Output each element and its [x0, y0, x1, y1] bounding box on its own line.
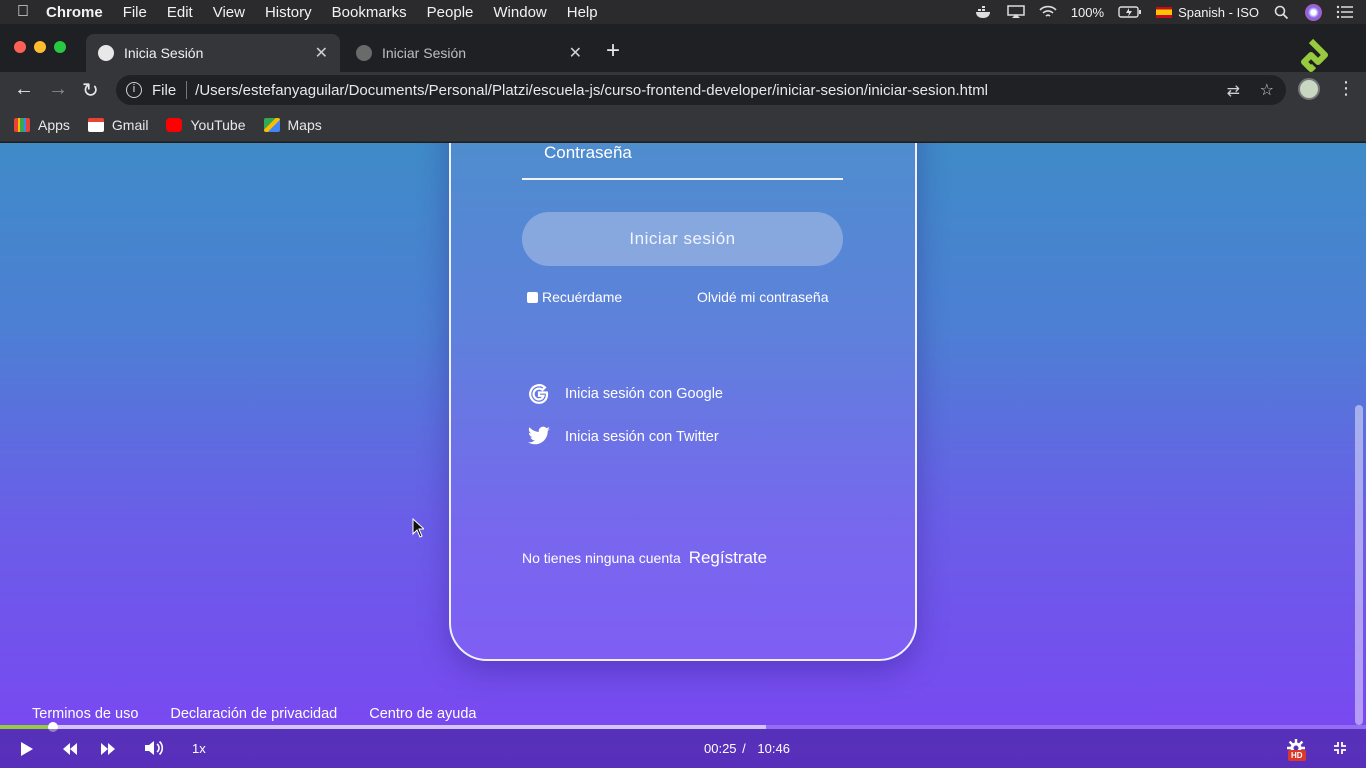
remember-me[interactable]: Recuérdame: [527, 289, 622, 305]
youtube-icon: [166, 117, 183, 132]
scheme-label: File: [152, 81, 177, 99]
menu-window[interactable]: Window: [493, 4, 546, 21]
airplay-icon[interactable]: [1007, 5, 1025, 19]
menu-file[interactable]: File: [123, 4, 147, 21]
bookmark-maps[interactable]: Maps: [263, 116, 322, 133]
notification-center-icon[interactable]: [1336, 5, 1354, 19]
mouse-cursor-icon: [412, 518, 424, 538]
bookmark-label: Maps: [287, 116, 322, 133]
rewind-icon[interactable]: [62, 742, 78, 756]
close-tab-icon[interactable]: ✕: [315, 43, 328, 63]
translate-icon[interactable]: ⇄: [1227, 81, 1240, 101]
help-center-link[interactable]: Centro de ayuda: [369, 706, 476, 722]
bookmark-gmail[interactable]: Gmail: [87, 116, 149, 133]
apple-icon[interactable]: : [0, 3, 46, 21]
signup-prompt-text: No tienes ninguna cuenta: [522, 550, 681, 566]
google-login-label: Inicia sesión con Google: [565, 385, 723, 402]
fast-forward-icon[interactable]: [100, 742, 116, 756]
signup-link[interactable]: Regístrate: [689, 548, 767, 567]
time-separator: /: [742, 741, 746, 756]
privacy-link[interactable]: Declaración de privacidad: [170, 706, 337, 722]
google-login-button[interactable]: Inicia sesión con Google: [526, 381, 723, 406]
page-viewport: Contraseña Iniciar sesión Recuérdame Olv…: [0, 143, 1366, 768]
bookmarks-bar: Apps Gmail YouTube Maps: [0, 108, 1366, 142]
maps-icon: [263, 117, 280, 132]
apps-grid-icon: [14, 117, 30, 132]
terms-link[interactable]: Terminos de uso: [32, 706, 138, 722]
input-source-label: Spanish - ISO: [1178, 4, 1259, 20]
gmail-icon: [87, 117, 104, 132]
exit-fullscreen-icon[interactable]: [1333, 741, 1347, 755]
more-menu-icon[interactable]: ⋮: [1337, 78, 1355, 99]
time-display: 00:25 / 10:46: [704, 741, 790, 756]
twitter-login-label: Inicia sesión con Twitter: [565, 428, 719, 445]
menu-history[interactable]: History: [265, 4, 312, 21]
address-bar[interactable]: i File /Users/estefanyaguilar/Documents/…: [116, 75, 1286, 105]
spain-flag-icon: [1156, 6, 1173, 18]
remember-label: Recuérdame: [542, 289, 623, 305]
menu-view[interactable]: View: [213, 4, 245, 21]
google-icon: [526, 381, 551, 406]
status-area: 100% Spanish - ISO: [975, 0, 1354, 24]
twitter-login-button[interactable]: Inicia sesión con Twitter: [526, 424, 719, 449]
bookmark-youtube[interactable]: YouTube: [166, 116, 246, 133]
spotlight-search-icon[interactable]: [1273, 5, 1291, 19]
macos-menubar:  Chrome File Edit View History Bookmark…: [0, 0, 1366, 24]
tab-inicia-sesion[interactable]: Inicia Sesión ✕: [86, 34, 340, 72]
video-controls: 1x 00:25 / 10:46 HD: [0, 729, 1366, 768]
siri-icon[interactable]: [1305, 3, 1322, 21]
site-info-icon[interactable]: i: [126, 82, 142, 98]
zoom-window-button[interactable]: [54, 41, 66, 53]
twitter-icon: [526, 424, 551, 449]
tab-title: Inicia Sesión: [124, 45, 204, 61]
playback-speed[interactable]: 1x: [192, 741, 206, 756]
menu-help[interactable]: Help: [567, 4, 598, 21]
password-field[interactable]: Contraseña: [544, 143, 632, 163]
play-icon[interactable]: [20, 741, 34, 757]
bookmark-label: Apps: [38, 116, 70, 133]
menu-app-name[interactable]: Chrome: [46, 4, 103, 21]
tab-title: Iniciar Sesión: [382, 45, 467, 61]
reload-icon[interactable]: ↻: [82, 78, 99, 103]
menu-bookmarks[interactable]: Bookmarks: [332, 4, 407, 21]
minimize-window-button[interactable]: [34, 41, 46, 53]
browser-toolbar: ← → ↻ i File /Users/estefanyaguilar/Docu…: [0, 72, 1366, 108]
volume-icon[interactable]: [144, 739, 164, 757]
menu-edit[interactable]: Edit: [167, 4, 193, 21]
bookmark-label: Gmail: [111, 116, 149, 133]
signup-prompt: No tienes ninguna cuenta Regístrate: [522, 548, 767, 568]
battery-charging-icon[interactable]: [1118, 5, 1142, 19]
forgot-password-link[interactable]: Olvidé mi contraseña: [697, 289, 829, 305]
bookmark-star-icon[interactable]: ☆: [1260, 80, 1274, 100]
window-controls: [14, 41, 66, 53]
close-window-button[interactable]: [14, 41, 26, 53]
wifi-icon[interactable]: [1039, 5, 1057, 19]
address-separator: [186, 81, 188, 99]
footer-links: Terminos de uso Declaración de privacida…: [32, 706, 476, 722]
remember-checkbox[interactable]: [527, 291, 538, 303]
password-underline: [522, 178, 843, 180]
login-button[interactable]: Iniciar sesión: [522, 212, 843, 266]
docker-icon[interactable]: [975, 5, 993, 19]
tab-strip: Inicia Sesión ✕ Iniciar Sesión ✕ +: [0, 24, 1366, 72]
globe-icon: [98, 45, 114, 61]
url-text[interactable]: /Users/estefanyaguilar/Documents/Persona…: [195, 82, 988, 99]
duration: 10:46: [757, 741, 790, 756]
globe-icon: [356, 45, 372, 61]
current-time: 00:25: [704, 741, 737, 756]
close-tab-icon[interactable]: ✕: [569, 43, 582, 63]
bookmark-label: YouTube: [190, 116, 246, 133]
tab-iniciar-sesion[interactable]: Iniciar Sesión ✕: [344, 34, 594, 72]
forward-arrow-icon[interactable]: →: [48, 78, 68, 101]
battery-percent: 100%: [1070, 4, 1105, 20]
menu-people[interactable]: People: [427, 4, 474, 21]
new-tab-button[interactable]: +: [606, 37, 620, 65]
hd-badge: HD: [1288, 750, 1306, 761]
bookmark-apps[interactable]: Apps: [14, 117, 70, 133]
platzi-logo-icon: [1301, 38, 1328, 72]
input-source[interactable]: Spanish - ISO: [1156, 5, 1259, 20]
back-arrow-icon[interactable]: ←: [14, 78, 34, 101]
page-scrollbar[interactable]: [1355, 405, 1363, 725]
profile-avatar[interactable]: [1298, 78, 1320, 100]
